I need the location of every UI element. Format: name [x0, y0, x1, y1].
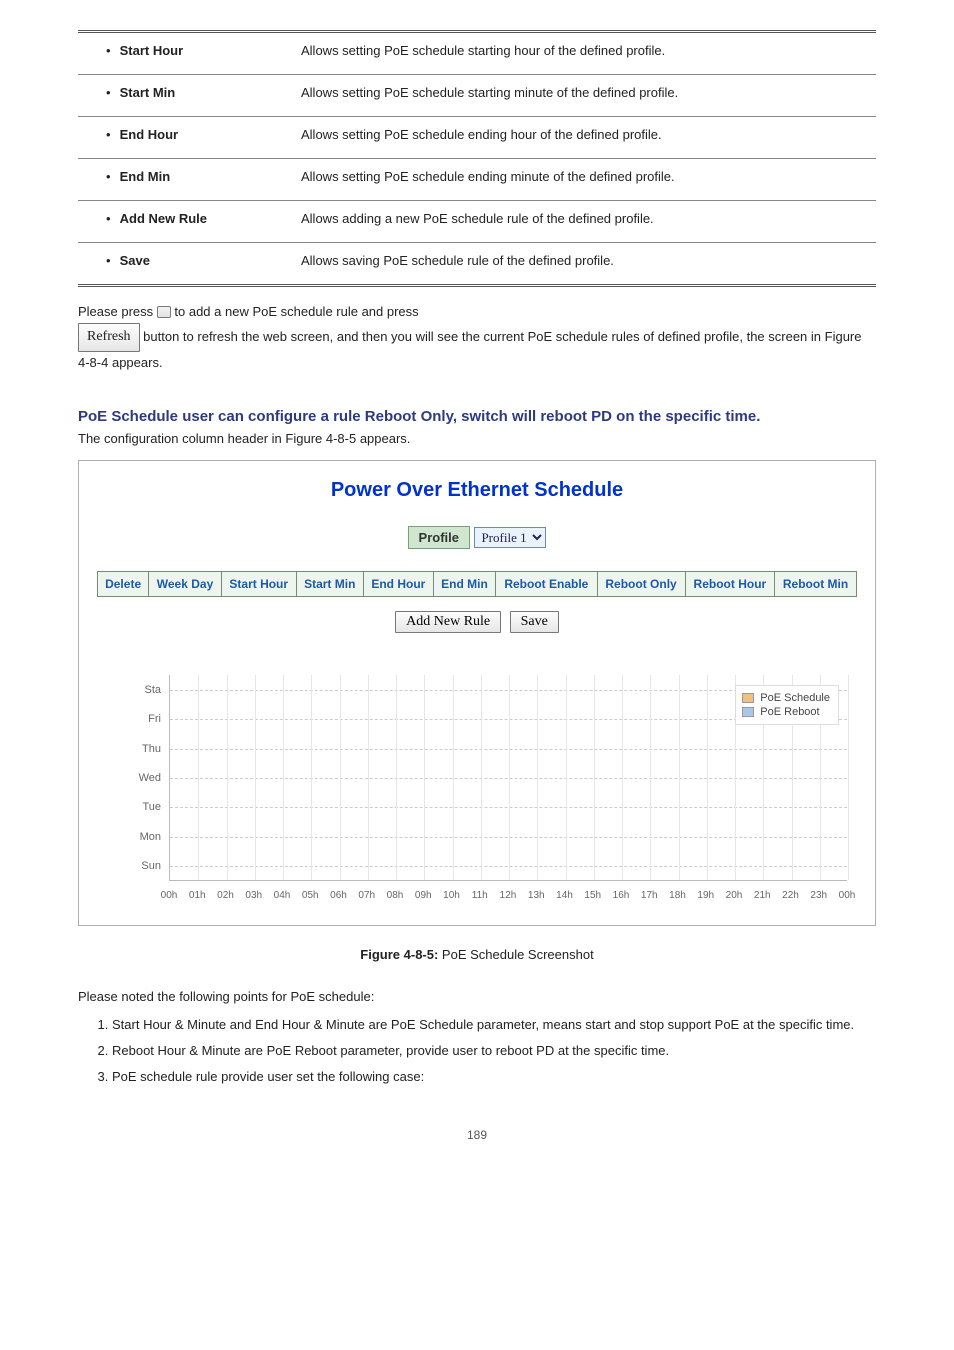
chart-day-label: Mon	[111, 831, 161, 843]
profile-label: Profile	[408, 526, 470, 549]
description-cell: Allows setting PoE schedule starting hou…	[293, 32, 876, 75]
chart-hour-label: 20h	[726, 890, 743, 901]
chart-hour-label: 17h	[641, 890, 658, 901]
page-number: 189	[78, 1128, 876, 1142]
description-cell: Allows setting PoE schedule ending minut…	[293, 159, 876, 201]
panel-title: Power Over Ethernet Schedule	[97, 479, 857, 502]
legend-item: PoE Reboot	[742, 706, 830, 718]
chart-hour-label: 05h	[302, 890, 319, 901]
chart-hour-label: 06h	[330, 890, 347, 901]
figure-caption: Figure 4-8-5: PoE Schedule Screenshot	[78, 944, 876, 966]
profile-select[interactable]: Profile 1	[474, 527, 546, 548]
chart-hour-label: 22h	[782, 890, 799, 901]
chart-hour-label: 04h	[274, 890, 291, 901]
chart-hour-label: 03h	[245, 890, 262, 901]
chart-hour-label: 16h	[613, 890, 630, 901]
description-cell: Allows setting PoE schedule ending hour …	[293, 117, 876, 159]
chart-hour-label: 23h	[810, 890, 827, 901]
chart-day-label: Thu	[111, 743, 161, 755]
object-cell: • Start Hour	[78, 32, 293, 75]
note-item: PoE schedule rule provide user set the f…	[112, 1066, 876, 1088]
column-header: Delete	[98, 571, 149, 596]
notes-block: Please noted the following points for Po…	[78, 986, 876, 1088]
column-header: Week Day	[149, 571, 222, 596]
description-cell: Allows saving PoE schedule rule of the d…	[293, 243, 876, 286]
chart-hour-label: 01h	[189, 890, 206, 901]
section-reboot-only: PoE Schedule user can configure a rule R…	[78, 408, 876, 425]
column-header: Start Min	[296, 571, 363, 596]
chart-hour-label: 11h	[472, 890, 488, 901]
column-header: Reboot Only	[597, 571, 685, 596]
save-button[interactable]: Save	[510, 611, 559, 633]
chart-hour-label: 07h	[358, 890, 375, 901]
object-cell: • Start Min	[78, 75, 293, 117]
column-header: Reboot Hour	[685, 571, 774, 596]
schedule-chart: Sta Fri Thu Wed Tue Mon Sun 00h 01h 02h 03h 04h 05h…	[97, 667, 857, 907]
chart-hour-label: 21h	[754, 890, 771, 901]
refresh-button-inline: Refresh	[78, 323, 140, 352]
chart-legend: PoE Schedule PoE Reboot	[735, 685, 839, 725]
object-description-table: • Start HourAllows setting PoE schedule …	[78, 30, 876, 287]
chart-hour-label: 15h	[584, 890, 601, 901]
note-item: Start Hour & Minute and End Hour & Minut…	[112, 1014, 876, 1036]
column-header: Reboot Enable	[496, 571, 597, 596]
poe-schedule-panel: Power Over Ethernet Schedule Profile Pro…	[78, 460, 876, 926]
column-header: Reboot Min	[775, 571, 857, 596]
configure-note: The configuration column header in Figur…	[78, 431, 876, 446]
chart-hour-label: 10h	[443, 890, 460, 901]
description-cell: Allows adding a new PoE schedule rule of…	[293, 201, 876, 243]
chart-hour-label: 00h	[839, 890, 856, 901]
column-header: End Hour	[363, 571, 433, 596]
note-item: Reboot Hour & Minute are PoE Reboot para…	[112, 1040, 876, 1062]
column-header: Start Hour	[221, 571, 296, 596]
chart-hour-label: 12h	[500, 890, 517, 901]
legend-item: PoE Schedule	[742, 692, 830, 704]
instruction-paragraph: Please press to add a new PoE schedule r…	[78, 301, 876, 374]
chart-day-label: Sta	[111, 684, 161, 696]
chart-hour-label: 09h	[415, 890, 432, 901]
add-rule-icon	[157, 306, 171, 318]
object-cell: • End Hour	[78, 117, 293, 159]
chart-hour-label: 13h	[528, 890, 545, 901]
description-cell: Allows setting PoE schedule starting min…	[293, 75, 876, 117]
chart-day-label: Wed	[111, 772, 161, 784]
schedule-columns-table: DeleteWeek DayStart HourStart MinEnd Hou…	[97, 571, 857, 597]
chart-hour-label: 18h	[669, 890, 686, 901]
chart-day-label: Sun	[111, 860, 161, 872]
chart-hour-label: 08h	[387, 890, 404, 901]
column-header: End Min	[433, 571, 495, 596]
add-new-rule-button[interactable]: Add New Rule	[395, 611, 501, 633]
object-cell: • Add New Rule	[78, 201, 293, 243]
chart-hour-label: 19h	[697, 890, 714, 901]
object-cell: • End Min	[78, 159, 293, 201]
chart-hour-label: 14h	[556, 890, 573, 901]
chart-day-label: Tue	[111, 801, 161, 813]
object-cell: • Save	[78, 243, 293, 286]
chart-hour-label: 00h	[161, 890, 178, 901]
chart-day-label: Fri	[111, 713, 161, 725]
chart-hour-label: 02h	[217, 890, 234, 901]
